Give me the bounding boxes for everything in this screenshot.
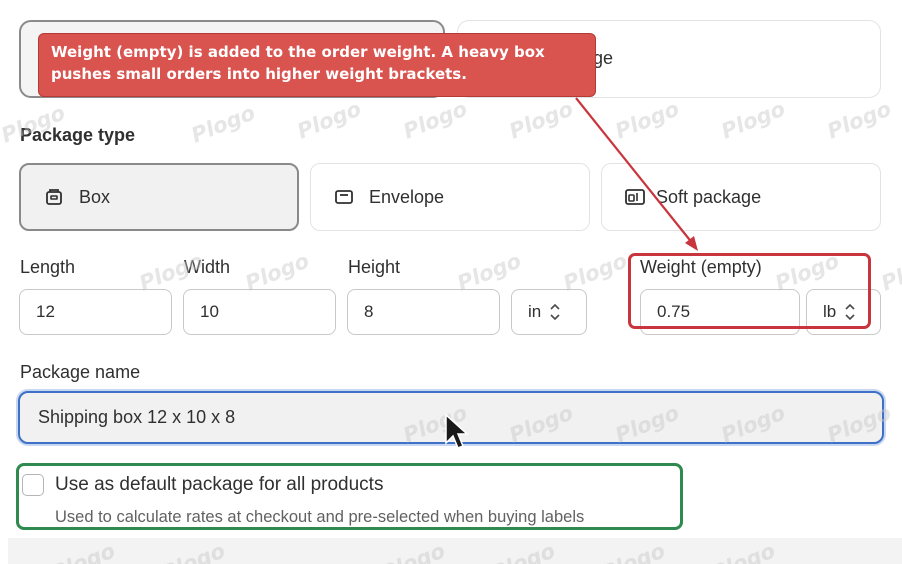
annotation-callout-line-2: pushes small orders into higher weight b… (51, 65, 467, 83)
mouse-cursor-icon (445, 413, 469, 449)
annotation-callout-line-1: Weight (empty) is added to the order wei… (51, 43, 545, 61)
annotation-callout: Weight (empty) is added to the order wei… (38, 33, 596, 97)
